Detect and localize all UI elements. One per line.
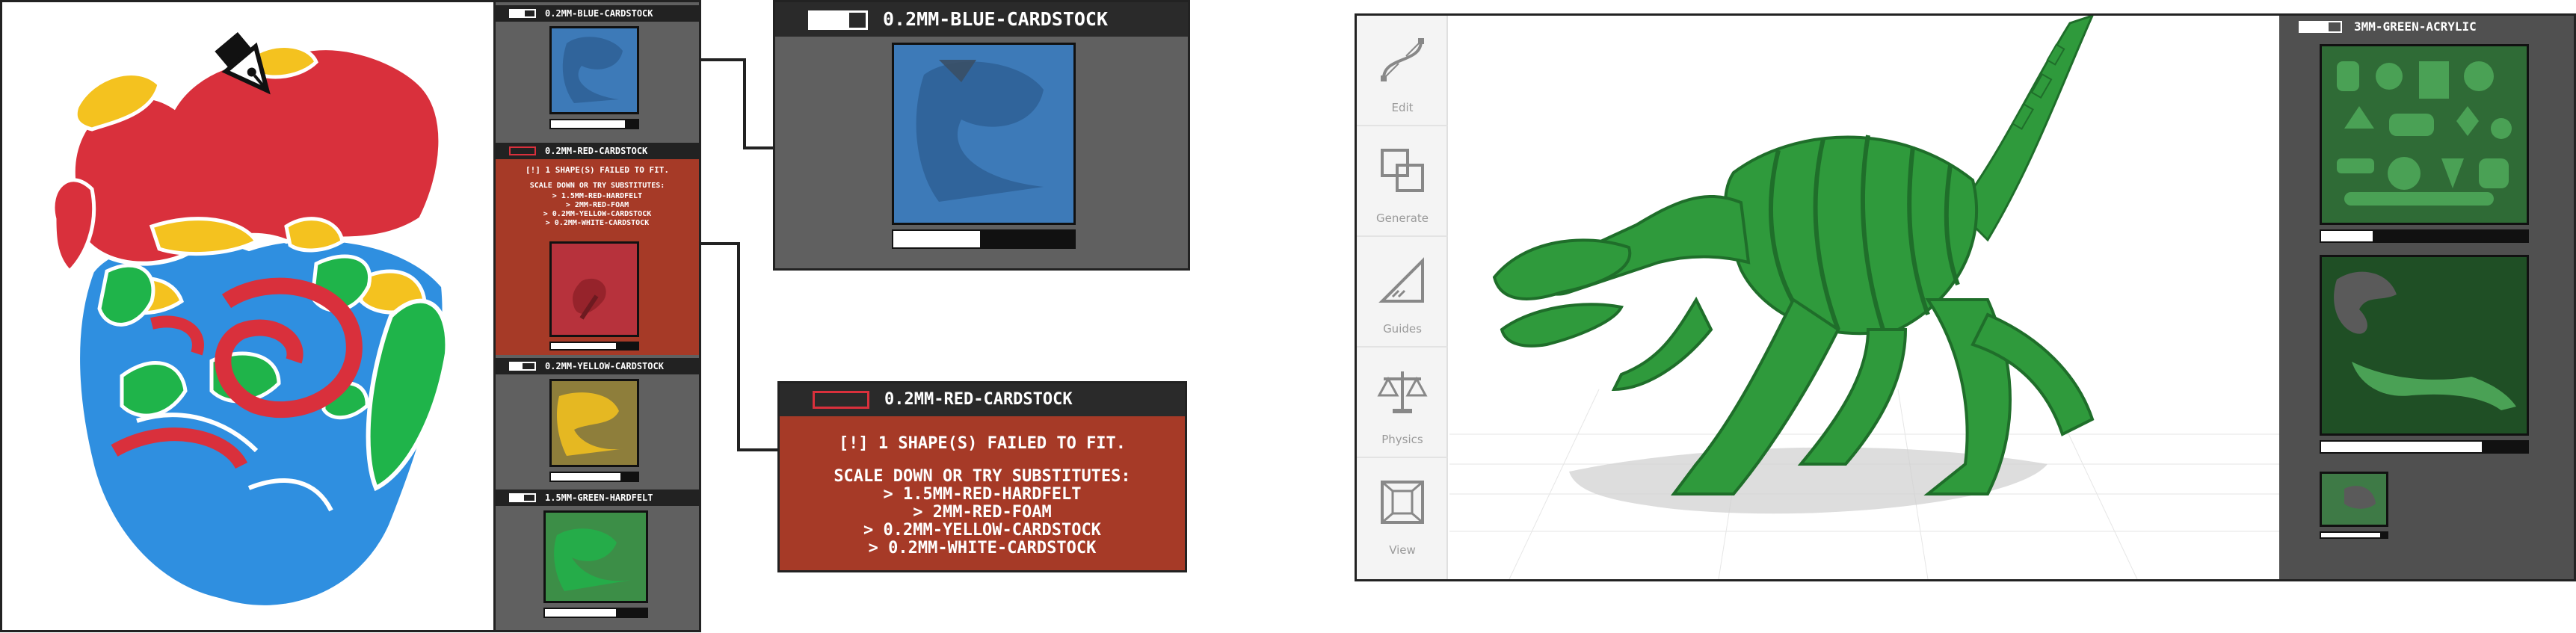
material-title-red[interactable]: 0.2MM-RED-CARDSTOCK <box>496 143 699 159</box>
progress-bar-red <box>549 342 639 351</box>
progress-bar-blue-callout <box>892 229 1076 249</box>
sheet-thumbnail-2[interactable] <box>2320 255 2529 436</box>
dinosaur-model-render <box>1449 16 2279 579</box>
callout-thumbnail-blue[interactable] <box>892 43 1076 225</box>
material-title-blue[interactable]: 0.2MM-BLUE-CARDSTOCK <box>496 5 699 22</box>
tool-label: Edit <box>1391 101 1414 114</box>
tool-generate[interactable]: Generate <box>1357 126 1448 237</box>
substitute-option[interactable]: > 1.5MM-RED-HARDFELT <box>496 192 699 200</box>
callout-header: 0.2MM-RED-CARDSTOCK <box>780 383 1185 416</box>
artwork-canvas[interactable] <box>2 2 496 630</box>
tool-label: Generate <box>1375 211 1429 225</box>
panel-title: 3MM-GREEN-ACRYLIC <box>2354 19 2477 34</box>
material-error-block-red: [!] 1 SHAPE(S) FAILED TO FIT. SCALE DOWN… <box>496 159 699 355</box>
error-hint: SCALE DOWN OR TRY SUBSTITUTES: <box>529 182 665 190</box>
material-thumbnail-blue[interactable] <box>549 26 639 114</box>
callout-title: 0.2MM-BLUE-CARDSTOCK <box>883 8 1109 30</box>
nested-shapes-preview <box>557 392 626 456</box>
sheet-progress-3 <box>2320 531 2388 539</box>
material-title-green[interactable]: 1.5MM-GREEN-HARDFELT <box>496 490 699 506</box>
tool-view[interactable]: View <box>1357 458 1448 569</box>
tool-physics[interactable]: Physics <box>1357 348 1448 458</box>
balance-scale-icon <box>1377 371 1428 413</box>
material-name: 0.2MM-BLUE-CARDSTOCK <box>545 8 653 19</box>
bezier-pen-icon <box>1381 38 1424 81</box>
tool-guides[interactable]: Guides <box>1357 237 1448 348</box>
sheet-thumbnail-3[interactable] <box>2320 472 2388 527</box>
substitute-option[interactable]: > 0.2MM-YELLOW-CARDSTOCK <box>780 521 1185 540</box>
material-name: 0.2MM-RED-CARDSTOCK <box>545 146 648 156</box>
sheet-progress-2 <box>2320 440 2529 454</box>
3d-viewport[interactable] <box>1449 16 2279 579</box>
material-thumbnail-red[interactable] <box>549 241 639 337</box>
substitute-option[interactable]: > 2MM-RED-FOAM <box>780 503 1185 522</box>
progress-bar-blue <box>549 119 639 129</box>
callout-header: 0.2MM-BLUE-CARDSTOCK <box>775 2 1188 37</box>
nested-parts-preview <box>2334 271 2516 410</box>
callout-connector <box>701 242 740 245</box>
left-app-window: 0.2MM-BLUE-CARDSTOCK 0.2MM-RED-CARDSTOCK… <box>0 0 701 632</box>
substitute-option[interactable]: > 2MM-RED-FOAM <box>496 201 699 209</box>
material-thumbnail-green[interactable] <box>543 510 648 603</box>
material-title-yellow[interactable]: 0.2MM-YELLOW-CARDSTOCK <box>496 358 699 374</box>
callout-blue-cardstock: 0.2MM-BLUE-CARDSTOCK <box>773 0 1190 271</box>
callout-connector <box>737 448 777 451</box>
material-sheet-panel: 3MM-GREEN-ACRYLIC <box>2279 16 2574 579</box>
callout-title: 0.2MM-RED-CARDSTOCK <box>884 390 1073 409</box>
progress-bar-green <box>543 608 648 618</box>
panel-title-bar[interactable]: 3MM-GREEN-ACRYLIC <box>2279 16 2574 38</box>
substitute-option[interactable]: > 1.5MM-RED-HARDFELT <box>780 485 1185 504</box>
callout-connector <box>743 146 774 149</box>
callout-connector <box>743 58 746 149</box>
sheet-progress-1 <box>2320 229 2529 243</box>
tool-label: View <box>1389 543 1416 557</box>
tool-rail: Edit Generate Guides Physics View <box>1357 16 1448 579</box>
tool-label: Physics <box>1381 433 1423 446</box>
nested-shapes-preview <box>562 37 623 103</box>
tool-edit[interactable]: Edit <box>1357 16 1448 126</box>
nested-parts-preview <box>2337 61 2512 206</box>
nested-shapes-preview <box>554 528 632 591</box>
error-message: [!] 1 SHAPE(S) FAILED TO FIT. <box>838 434 1127 453</box>
nested-shapes-preview <box>916 60 1044 202</box>
materials-panel: 0.2MM-BLUE-CARDSTOCK 0.2MM-RED-CARDSTOCK… <box>496 2 699 630</box>
cube-view-icon <box>1381 481 1424 524</box>
sheet-thumbnail-1[interactable] <box>2320 44 2529 225</box>
material-name: 1.5MM-GREEN-HARDFELT <box>545 492 653 503</box>
triangle-ruler-icon <box>1378 257 1424 303</box>
substitute-option[interactable]: > 0.2MM-WHITE-CARDSTOCK <box>496 219 699 227</box>
material-thumbnail-yellow[interactable] <box>549 379 639 467</box>
multicolor-head-artwork <box>51 32 450 610</box>
error-message: [!] 1 SHAPE(S) FAILED TO FIT. <box>525 165 670 175</box>
substitute-option[interactable]: > 0.2MM-WHITE-CARDSTOCK <box>780 539 1185 558</box>
generate-squares-icon <box>1381 149 1424 192</box>
nested-shapes-preview <box>573 278 606 320</box>
tool-label: Guides <box>1383 322 1422 336</box>
nested-parts-preview <box>2344 486 2376 509</box>
material-name: 0.2MM-YELLOW-CARDSTOCK <box>545 361 664 371</box>
callout-red-cardstock: 0.2MM-RED-CARDSTOCK [!] 1 SHAPE(S) FAILE… <box>777 381 1187 572</box>
callout-connector <box>701 58 746 61</box>
callout-connector <box>737 242 740 451</box>
right-app-window: Edit Generate Guides Physics View 3MM-GR… <box>1355 13 2576 581</box>
substitute-option[interactable]: > 0.2MM-YELLOW-CARDSTOCK <box>496 210 699 218</box>
error-hint: SCALE DOWN OR TRY SUBSTITUTES: <box>833 467 1131 486</box>
progress-bar-yellow <box>549 472 639 482</box>
